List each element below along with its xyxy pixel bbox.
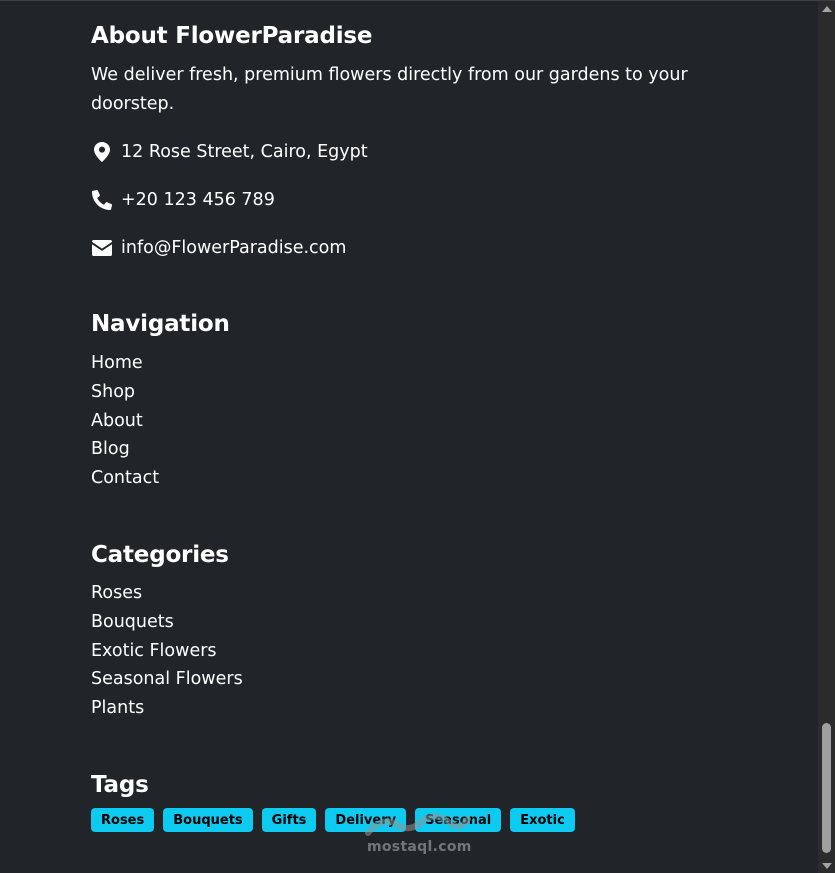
tag-list: Roses Bouquets Gifts Delivery Seasonal E…	[91, 808, 575, 832]
navigation-list: Home Shop About Blog Contact	[91, 349, 159, 493]
email-text[interactable]: info@FlowerParadise.com	[121, 236, 346, 260]
category-link-plants[interactable]: Plants	[91, 698, 144, 718]
category-item-bouquets: Bouquets	[91, 608, 243, 637]
category-item-seasonal-flowers: Seasonal Flowers	[91, 665, 243, 694]
nav-item-blog: Blog	[91, 435, 159, 464]
nav-item-shop: Shop	[91, 378, 159, 407]
tag-roses[interactable]: Roses	[91, 808, 155, 832]
categories-list: Roses Bouquets Exotic Flowers Seasonal F…	[91, 579, 243, 723]
phone-text: +20 123 456 789	[121, 190, 275, 210]
nav-item-about: About	[91, 407, 159, 436]
tag-bouquets[interactable]: Bouquets	[163, 808, 253, 832]
scrollbar-thumb[interactable]	[822, 723, 831, 853]
address-text: 12 Rose Street, Cairo, Egypt	[121, 142, 368, 162]
nav-link-about[interactable]: About	[91, 411, 143, 431]
scroll-up-arrow-icon[interactable]	[822, 6, 832, 12]
category-link-bouquets[interactable]: Bouquets	[91, 612, 174, 632]
email-row: info@FlowerParadise.com	[91, 236, 346, 260]
nav-link-home[interactable]: Home	[91, 353, 143, 373]
about-description: We deliver fresh, premium flowers direct…	[91, 65, 688, 114]
tags-title: Tags	[91, 772, 149, 798]
category-item-exotic-flowers: Exotic Flowers	[91, 637, 243, 666]
category-link-seasonal-flowers[interactable]: Seasonal Flowers	[91, 669, 243, 689]
nav-item-home: Home	[91, 349, 159, 378]
footer-page: About FlowerParadise We deliver fresh, p…	[0, 0, 835, 873]
envelope-icon	[91, 237, 113, 259]
tag-delivery[interactable]: Delivery	[325, 808, 407, 832]
nav-link-blog[interactable]: Blog	[91, 439, 130, 459]
nav-item-contact: Contact	[91, 464, 159, 493]
tag-seasonal[interactable]: Seasonal	[415, 808, 502, 832]
tag-gifts[interactable]: Gifts	[261, 808, 317, 832]
watermark-text: mostaql.com	[367, 839, 472, 855]
categories-title: Categories	[91, 542, 229, 568]
category-link-roses[interactable]: Roses	[91, 583, 142, 603]
vertical-scrollbar[interactable]	[818, 1, 835, 873]
nav-link-shop[interactable]: Shop	[91, 382, 135, 402]
category-item-roses: Roses	[91, 579, 243, 608]
category-item-plants: Plants	[91, 694, 243, 723]
phone-icon	[91, 189, 113, 211]
navigation-title: Navigation	[91, 311, 230, 337]
phone-row: +20 123 456 789	[91, 188, 275, 212]
category-link-exotic-flowers[interactable]: Exotic Flowers	[91, 641, 217, 661]
map-marker-icon	[91, 141, 113, 163]
tag-exotic[interactable]: Exotic	[510, 808, 575, 832]
scroll-down-arrow-icon[interactable]	[822, 863, 832, 869]
nav-link-contact[interactable]: Contact	[91, 468, 159, 488]
address-row: 12 Rose Street, Cairo, Egypt	[91, 140, 368, 164]
about-title: About FlowerParadise	[91, 23, 373, 49]
